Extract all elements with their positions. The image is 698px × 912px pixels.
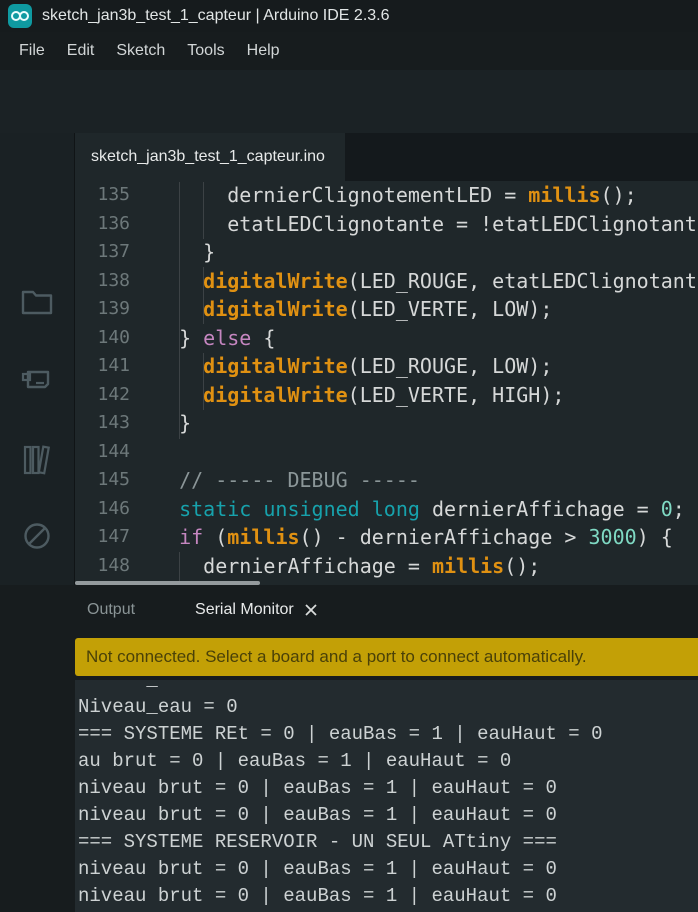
code-line[interactable]: 138 digitalWrite(LED_ROUGE, etatLEDClign…	[75, 267, 698, 296]
code-text: etatLEDClignotante = !etatLEDClignotante…	[155, 210, 698, 239]
code-line[interactable]: 135 dernierClignotementLED = millis();	[75, 181, 698, 210]
code-text: dernierClignotementLED = millis();	[155, 181, 637, 210]
indent-guide	[179, 552, 180, 581]
tab-serial-monitor[interactable]: Serial Monitor	[183, 595, 330, 625]
close-icon[interactable]	[304, 603, 318, 617]
title-bar: sketch_jan3b_test_1_capteur | Arduino ID…	[0, 0, 698, 32]
debug-slash-circle-icon	[19, 518, 55, 554]
editor-tab-strip: sketch_jan3b_test_1_capteur.ino	[75, 133, 698, 181]
code-text: }	[155, 409, 191, 438]
line-number: 142	[75, 381, 130, 410]
panel-tab-bar: Output Serial Monitor	[75, 585, 330, 635]
serial-line: niveau brut = 0 | eauBas = 1 | eauHaut =…	[78, 856, 698, 883]
code-text: if (millis() - dernierAffichage > 3000) …	[155, 523, 673, 552]
line-number: 138	[75, 267, 130, 296]
serial-monitor-output[interactable]: _Niveau_eau = 0=== SYSTEME REt = 0 | eau…	[75, 680, 698, 912]
line-number: 143	[75, 409, 130, 438]
tab-output-label: Output	[87, 601, 135, 619]
code-text: digitalWrite(LED_VERTE, LOW);	[155, 295, 552, 324]
code-line[interactable]: 144	[75, 438, 698, 467]
menu-tools[interactable]: Tools	[176, 38, 235, 64]
code-text: digitalWrite(LED_VERTE, HIGH);	[155, 381, 564, 410]
menu-edit[interactable]: Edit	[56, 38, 106, 64]
line-number: 139	[75, 295, 130, 324]
serial-line: niveau brut = 0 | eauBas = 1 | eauHaut =…	[78, 802, 698, 829]
line-number: 137	[75, 238, 130, 267]
indent-guide	[203, 267, 204, 324]
not-connected-notification: Not connected. Select a board and a port…	[75, 638, 698, 676]
serial-line: _	[78, 680, 698, 694]
toolbar: Arduino Uno	[0, 70, 698, 133]
code-text: // ----- DEBUG -----	[155, 466, 420, 495]
indent-guide	[203, 353, 204, 410]
boards-manager-icon	[19, 362, 55, 398]
tab-serial-monitor-label: Serial Monitor	[195, 601, 294, 619]
editor-tab[interactable]: sketch_jan3b_test_1_capteur.ino	[75, 133, 345, 181]
sidebar-item-sketchbook[interactable]	[16, 281, 58, 323]
line-number: 144	[75, 438, 130, 467]
menu-sketch[interactable]: Sketch	[105, 38, 176, 64]
sidebar-item-debug[interactable]	[16, 515, 58, 557]
code-text: digitalWrite(LED_ROUGE, etatLEDClignotan…	[155, 267, 698, 296]
code-line[interactable]: 146 static unsigned long dernierAffichag…	[75, 495, 698, 524]
sidebar-item-library-manager[interactable]	[16, 439, 58, 481]
editor-tab-label: sketch_jan3b_test_1_capteur.ino	[91, 148, 325, 166]
line-number: 140	[75, 324, 130, 353]
serial-line: niveau brut = 0 | eauBas = 1 | eauHaut =…	[78, 775, 698, 802]
line-number: 145	[75, 466, 130, 495]
code-line[interactable]: 145 // ----- DEBUG -----	[75, 466, 698, 495]
menu-file[interactable]: File	[8, 38, 56, 64]
line-number: 141	[75, 352, 130, 381]
code-text: digitalWrite(LED_ROUGE, LOW);	[155, 352, 552, 381]
serial-lines: _Niveau_eau = 0=== SYSTEME REt = 0 | eau…	[78, 680, 698, 910]
serial-line: Niveau_eau = 0	[78, 694, 698, 721]
line-number: 148	[75, 552, 130, 581]
serial-line: niveau brut = 0 | eauBas = 1 | eauHaut =…	[78, 883, 698, 910]
code-line[interactable]: 142 digitalWrite(LED_VERTE, HIGH);	[75, 381, 698, 410]
library-books-icon	[19, 442, 55, 478]
code-text: dernierAffichage = millis();	[155, 552, 540, 581]
menu-bar: File Edit Sketch Tools Help	[0, 32, 698, 70]
line-number: 146	[75, 495, 130, 524]
code-line[interactable]: 143 }	[75, 409, 698, 438]
serial-line: au brut = 0 | eauBas = 1 | eauHaut = 0	[78, 748, 698, 775]
code-text: static unsigned long dernierAffichage = …	[155, 495, 685, 524]
folder-icon	[19, 284, 55, 320]
code-line[interactable]: 139 digitalWrite(LED_VERTE, LOW);	[75, 295, 698, 324]
line-number: 147	[75, 523, 130, 552]
code-line[interactable]: 147 if (millis() - dernierAffichage > 30…	[75, 523, 698, 552]
menu-help[interactable]: Help	[236, 38, 291, 64]
line-number: 136	[75, 210, 130, 239]
serial-line: === SYSTEME RESERVOIR - UN SEUL ATtiny =…	[78, 829, 698, 856]
window-title: sketch_jan3b_test_1_capteur | Arduino ID…	[42, 7, 390, 25]
tab-output[interactable]: Output	[75, 595, 147, 625]
code-text: } else {	[155, 324, 275, 353]
code-line[interactable]: 137 }	[75, 238, 698, 267]
notification-text: Not connected. Select a board and a port…	[86, 647, 587, 667]
serial-line: === SYSTEME REt = 0 | eauBas = 1 | eauHa…	[78, 721, 698, 748]
code-line[interactable]: 140 } else {	[75, 324, 698, 353]
code-text: }	[155, 238, 215, 267]
code-line[interactable]: 141 digitalWrite(LED_ROUGE, LOW);	[75, 352, 698, 381]
indent-guide	[203, 182, 204, 239]
code-line[interactable]: 136 etatLEDClignotante = !etatLEDClignot…	[75, 210, 698, 239]
line-number: 135	[75, 181, 130, 210]
code-lines: 135 dernierClignotementLED = millis();13…	[75, 181, 698, 580]
arduino-logo-icon	[8, 4, 32, 28]
sidebar-item-boards-manager[interactable]	[16, 359, 58, 401]
code-line[interactable]: 148 dernierAffichage = millis();	[75, 552, 698, 581]
code-editor[interactable]: 135 dernierClignotementLED = millis();13…	[75, 181, 698, 585]
indent-guide	[179, 182, 180, 439]
